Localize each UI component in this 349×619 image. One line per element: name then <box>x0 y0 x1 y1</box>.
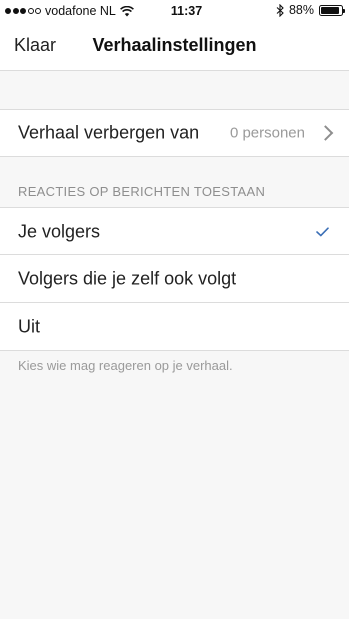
replies-footer-note: Kies wie mag reageren op je verhaal. <box>18 358 233 373</box>
status-bar: vodafone NL 11:37 88% <box>0 0 349 22</box>
reply-option-followers[interactable]: Je volgers <box>0 207 349 255</box>
hide-story-label: Verhaal verbergen van <box>18 122 200 143</box>
hide-story-row[interactable]: Verhaal verbergen van 0 personen <box>0 109 349 157</box>
bluetooth-icon <box>276 3 284 17</box>
battery-percent: 88% <box>288 3 314 17</box>
hide-story-count: 0 personen <box>229 124 305 142</box>
section-header-replies: REACTIES OP BERICHTEN TOESTAAN <box>18 184 266 199</box>
checkmark-icon <box>316 226 329 236</box>
option-label: Uit <box>18 316 40 336</box>
navigation-bar: Klaar Verhaalinstellingen <box>0 22 349 71</box>
page-title: Verhaalinstellingen <box>92 35 257 55</box>
status-right: 88% <box>276 3 345 17</box>
reply-option-mutual-followers[interactable]: Volgers die je zelf ook volgt <box>0 255 349 303</box>
option-label: Volgers die je zelf ook volgt <box>18 268 237 289</box>
option-label: Je volgers <box>18 221 101 241</box>
chevron-right-icon <box>317 125 334 141</box>
battery-icon <box>319 4 345 16</box>
reply-option-off[interactable]: Uit <box>0 303 349 351</box>
